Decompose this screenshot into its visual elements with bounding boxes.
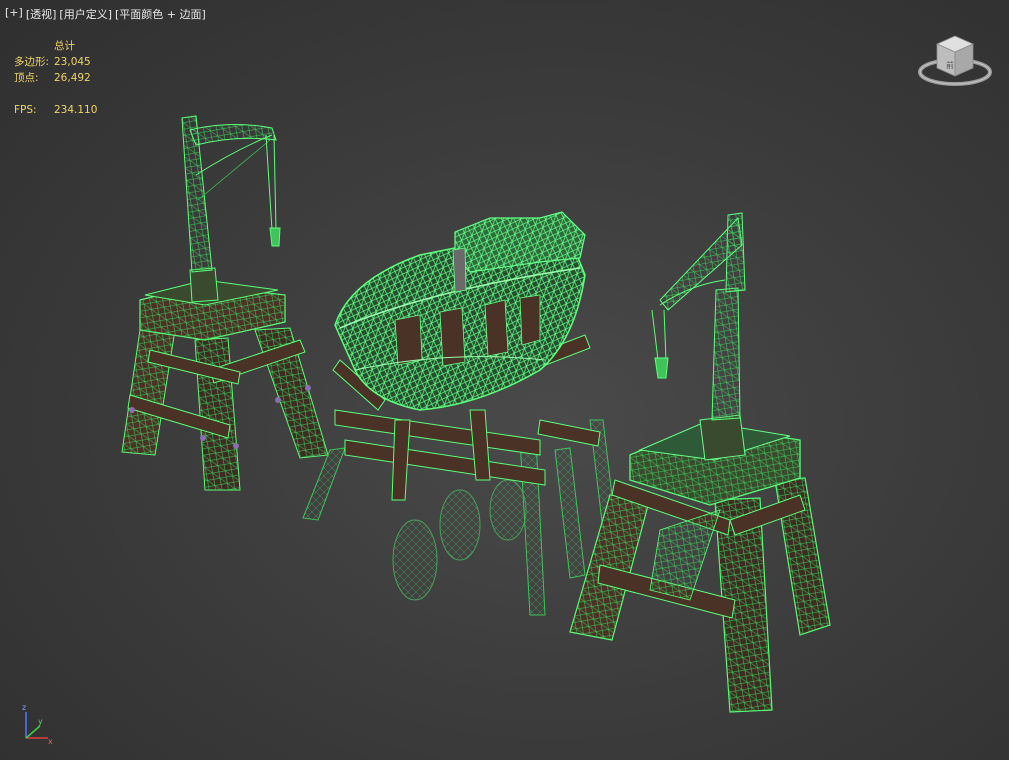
viewport-menu-shading[interactable]: [平面颜色 + 边面] — [115, 6, 206, 22]
fps-value: 234.110 — [54, 104, 98, 116]
viewport-menu-plus[interactable]: [+] — [5, 6, 23, 22]
scene-wireframe[interactable] — [0, 0, 1009, 760]
stats-header: 总计 — [54, 40, 75, 52]
crane-left[interactable] — [121, 115, 329, 491]
axis-y-label: y — [38, 717, 43, 726]
viewport-menu-user-defined[interactable]: [用户定义] — [59, 6, 112, 22]
vertices-label: 顶点: — [14, 72, 39, 84]
stats-overlay: 总计 多边形: 23,045 顶点: 26,492 FPS: 234.110 — [14, 38, 97, 118]
fps-label: FPS: — [14, 104, 37, 116]
stats-fps-row: FPS: 234.110 — [14, 102, 97, 118]
axis-tripod-icon: z y x — [22, 703, 53, 745]
stats-vertices-row: 顶点: 26,492 — [14, 70, 97, 86]
boat-on-cradle[interactable] — [302, 211, 616, 616]
viewport-menu-view[interactable]: [透视] — [26, 6, 57, 22]
axis-z-label: z — [22, 703, 26, 712]
polygons-label: 多边形: — [14, 56, 50, 68]
viewport-label[interactable]: [+] [透视] [用户定义] [平面颜色 + 边面] — [5, 6, 206, 22]
3d-viewport[interactable]: [+] [透视] [用户定义] [平面颜色 + 边面] 总计 多边形: 23,0… — [0, 0, 1009, 760]
stats-polygons-row: 多边形: 23,045 — [14, 54, 97, 70]
viewcube-face-label: 前 — [946, 60, 954, 70]
axis-x-label: x — [48, 737, 53, 745]
polygons-value: 23,045 — [54, 56, 91, 68]
vertices-value: 26,492 — [54, 72, 91, 84]
crane-right[interactable] — [569, 212, 831, 713]
viewcube-icon[interactable]: 前 — [915, 30, 995, 95]
